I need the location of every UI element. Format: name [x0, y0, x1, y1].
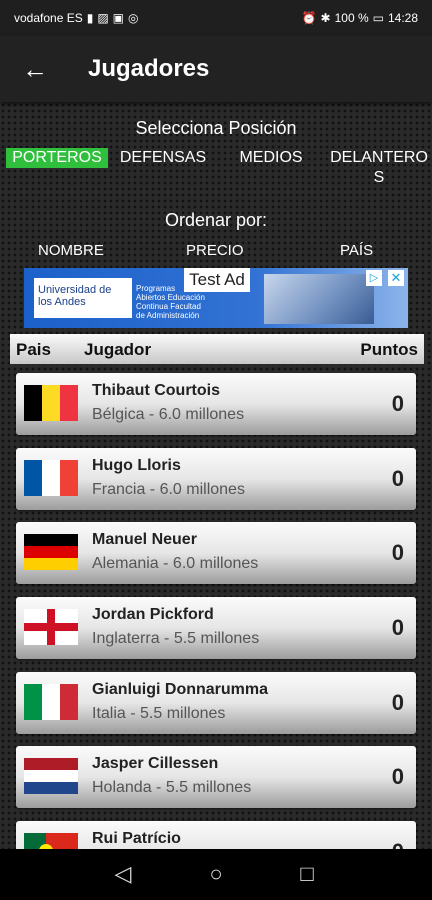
- ad-photo: [264, 274, 374, 324]
- player-points: 0: [391, 615, 404, 640]
- position-tabs: PORTEROS DEFENSAS MEDIOS DELANTERO S: [0, 146, 432, 190]
- position-label: Selecciona Posición: [135, 118, 297, 138]
- tab-defensas[interactable]: DEFENSAS: [116, 148, 210, 168]
- flag-belgium-icon: [24, 385, 78, 421]
- app-bar: ← Jugadores: [0, 36, 432, 102]
- status-bar: vodafone ES ▮ ▨ ▣ ◎ ⏰ ✱ 100 % ▭ 14:28: [0, 0, 432, 36]
- recents-square-icon[interactable]: □: [294, 861, 320, 887]
- bluetooth-icon: ✱: [320, 11, 331, 25]
- player-name: Rui Patrício: [92, 830, 181, 847]
- battery-percent: 100 %: [334, 11, 369, 25]
- back-arrow-icon[interactable]: ←: [20, 54, 50, 84]
- adchoices-icon[interactable]: ▷: [366, 270, 382, 286]
- player-name: Jasper Cillessen: [92, 755, 219, 772]
- sort-nombre[interactable]: NOMBRE: [38, 242, 104, 259]
- player-card[interactable]: Gianluigi Donnarumma Italia - 5.5 millon…: [16, 672, 416, 734]
- player-info: Italia - 5.5 millones: [92, 705, 226, 722]
- back-triangle-icon[interactable]: ◁: [110, 861, 136, 887]
- close-icon[interactable]: ✕: [388, 270, 404, 286]
- sort-pais[interactable]: PAÍS: [340, 242, 373, 259]
- image-icon: ▣: [112, 11, 125, 25]
- header-pais: Pais: [16, 340, 51, 359]
- sort-precio[interactable]: PRECIO: [186, 242, 244, 259]
- tab-porteros[interactable]: PORTEROS: [6, 148, 108, 168]
- home-circle-icon[interactable]: ○: [203, 861, 229, 887]
- page-title: Jugadores: [88, 55, 210, 82]
- player-card[interactable]: Thibaut Courtois Bélgica - 6.0 millones …: [16, 373, 416, 435]
- system-nav-bar: ◁ ○ □: [0, 849, 432, 900]
- ad-banner[interactable]: Universidad de los Andes Programas Abier…: [24, 268, 408, 328]
- alarm-icon: ⏰: [301, 11, 317, 25]
- player-name: Hugo Lloris: [92, 457, 181, 474]
- player-points: 0: [391, 690, 404, 715]
- no-sim-icon: ▨: [97, 11, 109, 25]
- status-time: 14:28: [387, 11, 418, 25]
- player-name: Manuel Neuer: [92, 531, 197, 548]
- player-info: Alemania - 6.0 millones: [92, 555, 259, 572]
- sort-label: Ordenar por:: [164, 210, 268, 230]
- tab-delanteros[interactable]: DELANTERO S: [328, 148, 430, 188]
- player-points: 0: [391, 540, 404, 565]
- player-card[interactable]: Jasper Cillessen Holanda - 5.5 millones …: [16, 746, 416, 808]
- flag-england-icon: [24, 609, 78, 645]
- ad-label: Test Ad: [184, 268, 250, 292]
- flag-germany-icon: [24, 534, 78, 570]
- whatsapp-icon: ◎: [128, 11, 139, 25]
- player-info: Holanda - 5.5 millones: [92, 779, 252, 796]
- list-header: Pais Jugador Puntos: [10, 334, 424, 364]
- player-card[interactable]: Jordan Pickford Inglaterra - 5.5 millone…: [16, 597, 416, 659]
- player-card[interactable]: Hugo Lloris Francia - 6.0 millones 0: [16, 448, 416, 510]
- status-left: vodafone ES ▮ ▨ ▣ ◎: [14, 11, 139, 25]
- header-puntos: Puntos: [360, 340, 418, 359]
- player-card[interactable]: Manuel Neuer Alemania - 6.0 millones 0: [16, 522, 416, 584]
- flag-france-icon: [24, 460, 78, 496]
- player-info: Inglaterra - 5.5 millones: [92, 630, 260, 647]
- carrier-name: vodafone ES: [14, 11, 83, 25]
- status-right: ⏰ ✱ 100 % ▭ 14:28: [302, 11, 418, 25]
- player-info: Bélgica - 6.0 millones: [92, 406, 245, 423]
- player-name: Thibaut Courtois: [92, 382, 220, 399]
- sort-options: NOMBRE PRECIO PAÍS: [0, 242, 432, 262]
- tab-medios[interactable]: MEDIOS: [234, 148, 308, 168]
- ad-brand: Universidad de los Andes: [34, 278, 132, 318]
- player-name: Gianluigi Donnarumma: [92, 681, 269, 698]
- player-name: Jordan Pickford: [92, 606, 214, 623]
- battery-icon: ▭: [372, 11, 384, 25]
- player-points: 0: [391, 391, 404, 416]
- flag-italy-icon: [24, 684, 78, 720]
- player-info: Francia - 6.0 millones: [92, 481, 245, 498]
- player-points: 0: [391, 466, 404, 491]
- header-jugador: Jugador: [84, 340, 152, 359]
- flag-netherlands-icon: [24, 758, 78, 794]
- signal-icon: ▮: [86, 11, 94, 25]
- player-points: 0: [391, 764, 404, 789]
